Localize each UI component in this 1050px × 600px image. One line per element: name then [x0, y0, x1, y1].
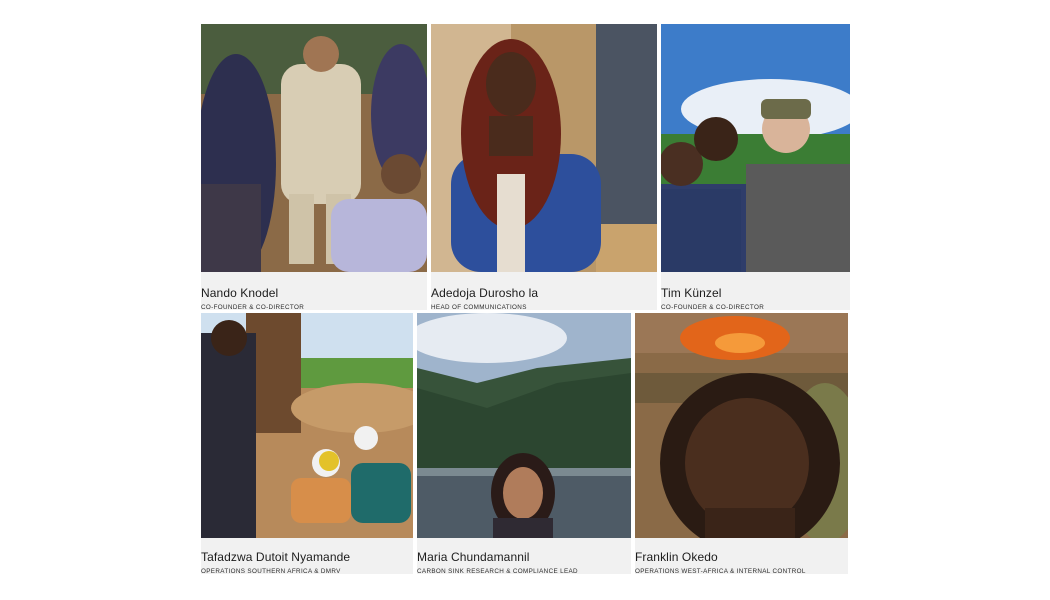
member-meta: Franklin Okedo OPERATIONS WEST-AFRICA & …: [635, 550, 806, 574]
member-name: Adedoja Durosho la: [431, 286, 539, 300]
member-name: Franklin Okedo: [635, 550, 718, 564]
member-meta: Tim Künzel CO-FOUNDER & CO-DIRECTOR: [661, 286, 764, 310]
group-photo-icon: [201, 24, 427, 272]
member-role: CARBON SINK RESEARCH & COMPLIANCE LEAD: [417, 568, 578, 574]
member-role: OPERATIONS SOUTHERN AFRICA & DMRV: [201, 568, 341, 574]
member-name: Tafadzwa Dutoit Nyamande: [201, 550, 351, 564]
team-card: Nando Knodel CO-FOUNDER & CO-DIRECTOR: [201, 24, 427, 310]
selfie-photo-icon: [635, 313, 848, 538]
team-card: Maria Chundamannil CARBON SINK RESEARCH …: [417, 313, 631, 574]
member-name: Nando Knodel: [201, 286, 279, 300]
member-role: HEAD OF COMMUNICATIONS: [431, 304, 527, 310]
member-meta: Tafadzwa Dutoit Nyamande OPERATIONS SOUT…: [201, 550, 350, 574]
portrait-photo-icon: [431, 24, 657, 272]
team-grid: Nando Knodel CO-FOUNDER & CO-DIRECTOR Ad…: [0, 0, 1050, 600]
team-card: Tim Künzel CO-FOUNDER & CO-DIRECTOR: [661, 24, 850, 310]
member-name: Maria Chundamannil: [417, 550, 530, 564]
member-meta: Maria Chundamannil CARBON SINK RESEARCH …: [417, 550, 578, 574]
team-card: Tafadzwa Dutoit Nyamande OPERATIONS SOUT…: [201, 313, 413, 574]
member-meta: Nando Knodel CO-FOUNDER & CO-DIRECTOR: [201, 286, 304, 310]
team-card: Franklin Okedo OPERATIONS WEST-AFRICA & …: [635, 313, 848, 574]
member-role: OPERATIONS WEST-AFRICA & INTERNAL CONTRO…: [635, 568, 806, 574]
team-card: Adedoja Durosho la HEAD OF COMMUNICATION…: [431, 24, 657, 310]
member-role: CO-FOUNDER & CO-DIRECTOR: [661, 304, 765, 310]
landscape-selfie-icon: [417, 313, 631, 538]
member-meta: Adedoja Durosho la HEAD OF COMMUNICATION…: [431, 286, 538, 310]
member-role: CO-FOUNDER & CO-DIRECTOR: [201, 304, 305, 310]
group-photo-icon: [661, 24, 850, 272]
member-name: Tim Künzel: [661, 286, 722, 300]
field-photo-icon: [201, 313, 413, 538]
